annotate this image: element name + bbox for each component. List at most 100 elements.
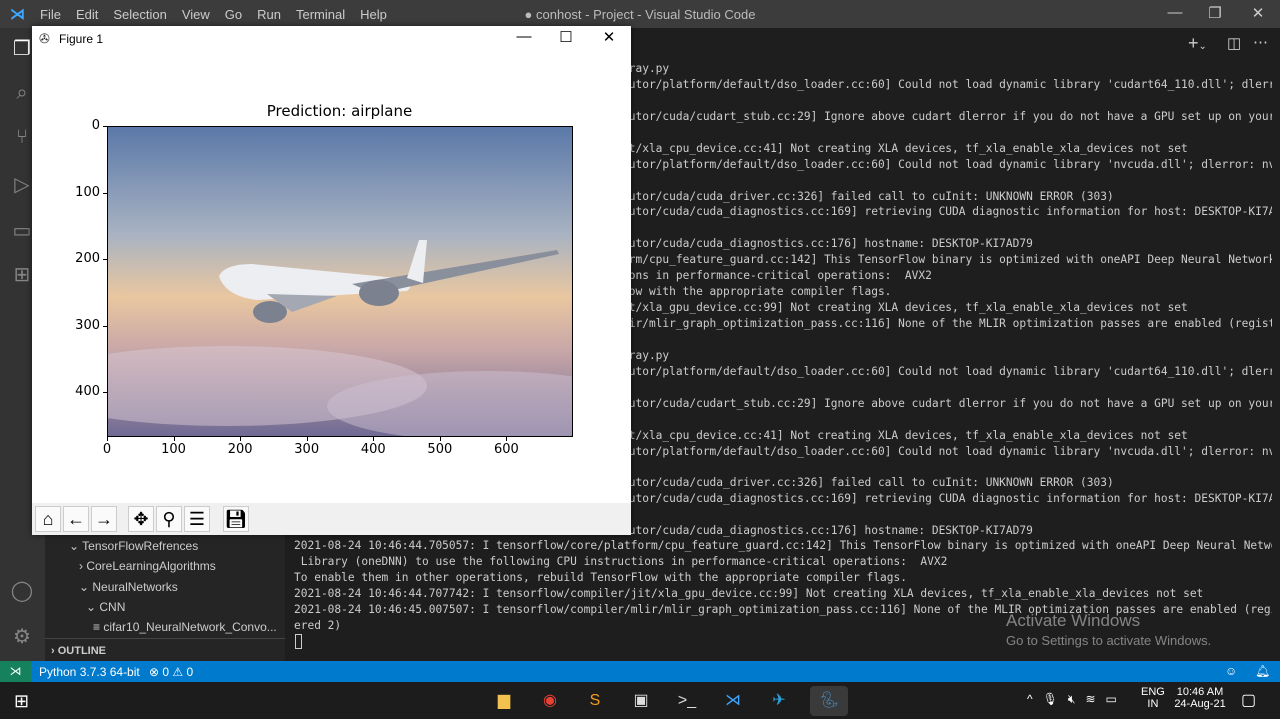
tree-folder-corelearningalgorithms[interactable]: › CoreLearningAlgorithms [79,559,216,573]
terminal-cursor [295,634,302,649]
y-tick-label: 300 [75,317,100,333]
terminal-line: To enable them in other operations, rebu… [294,570,907,584]
vscode-taskbar-icon[interactable]: ⋊ [718,686,748,716]
menu-view[interactable]: View [182,7,210,22]
terminal-line: cutor/cuda/cuda_driver.cc:326] failed ca… [622,476,1114,490]
tree-label: NeuralNetworks [92,580,178,594]
system-tray-icons[interactable]: ^ 🎙︎ 🔇︎ ≋ ▭ [1027,692,1117,707]
outline-section[interactable]: › OUTLINE [51,645,106,657]
new-terminal-icon[interactable]: +⌄ [1188,33,1207,54]
x-tick-label: 500 [427,442,453,457]
windows-start-icon[interactable]: ⊞ [14,691,29,712]
pan-icon[interactable]: ✥ [128,506,154,532]
close-button[interactable]: ✕ [1243,4,1273,24]
notification-center-icon[interactable]: ▢ [1241,690,1256,710]
chevron-up-icon[interactable]: ^ [1027,692,1033,707]
sublime-text-icon[interactable]: S [580,686,610,716]
terminal-output-upper[interactable]: rray.py cutor/platform/default/dso_loader… [622,61,1272,539]
plot-title: Prediction: airplane [266,102,413,120]
tree-folder-cnn[interactable]: ⌄ CNN [86,600,125,614]
language-indicator[interactable]: ENG IN [1141,686,1165,710]
title-bar: ⋊ ● conhost - Project - Visual Studio Co… [0,0,1280,28]
minimize-button[interactable]: — [1160,4,1190,24]
y-tick-mark [103,325,107,327]
tree-folder-neuralnetworks[interactable]: ⌄ NeuralNetworks [79,580,178,594]
remote-indicator-icon[interactable]: ⋊ [0,661,31,682]
menu-edit[interactable]: Edit [76,7,98,22]
x-tick-mark [506,437,508,441]
tree-file-cifar10[interactable]: ≡ cifar10_NeuralNetwork_Convo... [93,620,277,634]
wifi-icon[interactable]: ≋ [1085,692,1095,707]
python-interpreter[interactable]: Python 3.7.3 64-bit [39,665,140,679]
zoom-icon[interactable]: ⚲ [156,506,182,532]
terminal-icon[interactable]: >_ [672,686,702,716]
tree-label: TensorFlowRefrences [82,539,199,553]
configure-icon[interactable]: ☰ [184,506,210,532]
y-tick-label: 200 [75,251,100,267]
telegram-icon[interactable]: ✈ [764,686,794,716]
volume-mute-icon[interactable]: 🔇︎ [1068,692,1076,707]
divider [45,638,285,639]
save-icon[interactable]: 💾︎ [223,506,249,532]
terminal-line: rray.py [622,62,670,75]
feedback-icon[interactable]: ☺ [1225,664,1237,678]
x-tick-mark [373,437,375,441]
cmd-icon[interactable]: ▣ [626,686,656,716]
restore-button[interactable]: ❐ [1200,4,1230,24]
terminal-line: low with the appropriate compiler flags. [622,285,892,299]
terminal-line: cutor/cuda/cuda_diagnostics.cc:176] host… [622,237,1033,251]
terminal-line: ions in performance-critical operations:… [622,269,932,283]
windows-taskbar: ⊞ ▆ ◉ S ▣ >_ ⋊ ✈ 🐍︎ ^ 🎙︎ 🔇︎ ≋ ▭ ENG IN 10:46 … [0,682,1280,719]
settings-gear-icon[interactable]: ⚙ [8,624,36,652]
problems-count[interactable]: ⊗ 0 ⚠ 0 [149,665,193,679]
y-tick-mark [103,126,107,127]
outline-label: OUTLINE [57,645,107,657]
x-tick-mark [107,437,108,441]
status-bar: ⋊ Python 3.7.3 64-bit ⊗ 0 ⚠ 0 ☺ 🔔︎ [0,661,1280,682]
tree-folder-tensorflowrefrences[interactable]: ⌄ TensorFlowRefrences [69,539,198,553]
chrome-icon[interactable]: ◉ [535,686,565,716]
account-icon[interactable]: ◯ [8,578,36,606]
terminal-line: lir/mlir_graph_optimization_pass.cc:116]… [622,317,1272,330]
back-icon[interactable]: ← [63,506,89,532]
menu-run[interactable]: Run [257,7,281,22]
figure-maximize-button[interactable]: ☐ [546,28,586,50]
menu-go[interactable]: Go [225,7,242,22]
y-tick-mark [103,392,107,394]
forward-icon[interactable]: → [91,506,117,532]
tree-label: cifar10_NeuralNetwork_Convo... [103,620,277,634]
battery-icon[interactable]: ▭ [1106,692,1117,707]
menu-file[interactable]: File [40,7,61,22]
terminal-line: cutor/cuda/cuda_diagnostics.cc:169] retr… [622,492,1272,506]
notifications-bell-icon[interactable]: 🔔︎ [1255,664,1270,678]
microphone-icon[interactable]: 🎙︎ [1043,692,1058,707]
terminal-line: cutor/cuda/cuda_diagnostics.cc:176] host… [622,524,1033,538]
menu-terminal[interactable]: Terminal [296,7,345,22]
terminal-line: cutor/cuda/cudart_stub.cc:29] Ignore abo… [622,109,1272,123]
home-icon[interactable]: ⌂ [35,506,61,532]
figure-close-button[interactable]: ✕ [589,28,629,50]
file-explorer-icon[interactable]: ▆ [489,686,519,716]
menu-selection[interactable]: Selection [113,7,166,22]
terminal-line: cutor/platform/default/dso_loader.cc:60]… [622,364,1272,378]
python-figure-icon[interactable]: 🐍︎ [810,686,848,716]
x-tick-mark [173,437,175,441]
watermark-title: Activate Windows [1006,611,1141,630]
figure-toolbar: ⌂ ← → ✥ ⚲ ☰ 💾︎ [32,503,631,535]
figure-minimize-button[interactable]: — [504,28,544,50]
terminal-line: rray.py [622,348,670,362]
menu-help[interactable]: Help [360,7,387,22]
figure-app-icon: ✇ [39,31,50,46]
y-tick-mark [103,192,107,194]
clock[interactable]: 10:46 AM 24-Aug-21 [1172,686,1228,710]
terminal-line: cutor/platform/default/dso_loader.cc:60]… [622,77,1272,91]
split-terminal-icon[interactable]: ◫ [1227,34,1241,52]
more-actions-icon[interactable]: ⋯ [1253,33,1268,51]
